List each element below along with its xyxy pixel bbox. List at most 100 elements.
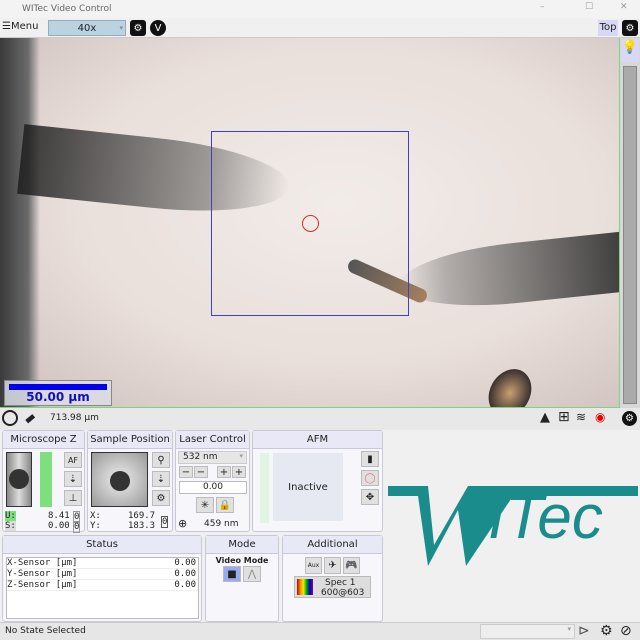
play-icon[interactable]: ⊳	[578, 623, 590, 639]
grid-icon[interactable]: ⊞	[558, 409, 570, 425]
power-down-small-button[interactable]: −	[194, 466, 208, 478]
status-table: X-Sensor [µm] 0.00 Y-Sensor [µm] 0.00 Z-Se…	[6, 557, 199, 619]
layers-icon[interactable]: ≋	[576, 410, 586, 424]
tip-warning-icon[interactable]: ◯	[361, 470, 379, 486]
z-joystick[interactable]	[6, 452, 32, 507]
title-bar: WITec Video Control – ☐ ✕	[0, 0, 640, 18]
laser-on-icon[interactable]: ✳	[196, 497, 214, 513]
move-down-icon[interactable]: ⇣	[152, 471, 170, 487]
witec-logo: ITec	[388, 470, 638, 570]
wavelength-select[interactable]: 532 nm ▾	[178, 451, 247, 464]
chevron-down-icon: ▾	[239, 452, 243, 460]
camera-settings-icon[interactable]: ⚙	[130, 20, 146, 36]
row-label: Z-Sensor [µm]	[7, 580, 78, 590]
refresh-icon[interactable]	[2, 410, 18, 426]
z-range-icon[interactable]: ⊥	[64, 490, 82, 506]
s-value: 0.00	[48, 521, 70, 531]
state-select[interactable]: ▾	[480, 624, 575, 639]
airplane-icon[interactable]: ✈	[324, 557, 341, 574]
afm-display: Inactive	[273, 453, 343, 521]
panel-title: Status	[3, 536, 201, 554]
mountain-icon[interactable]: ▲	[540, 410, 550, 425]
row-value: 0.00	[174, 558, 196, 568]
additional-panel: Additional Aux ✈ 🎮 Spec 1 600@603	[282, 535, 383, 622]
laser-target-circle[interactable]	[302, 215, 319, 232]
menu-button[interactable]: ☰Menu	[2, 21, 38, 32]
afm-panel: AFM Inactive ▮ ◯ ✥	[252, 430, 383, 532]
lightbulb-icon[interactable]: 💡	[621, 40, 639, 62]
autofocus-button[interactable]: AF	[64, 452, 82, 468]
gamepad-icon[interactable]: 🎮	[343, 557, 360, 574]
laser-control-panel: Laser Control 532 nm ▾ − − + + 0.00 ✳ 🔒 ⊕…	[175, 430, 250, 532]
scale-bar-label: 50.00 µm	[26, 390, 90, 404]
xy-joystick[interactable]	[91, 452, 148, 507]
top-button[interactable]: Top	[598, 20, 618, 36]
cantilever-shadow	[0, 38, 40, 407]
row-label: Y-Sensor [µm]	[7, 569, 78, 579]
panel-title: Additional	[283, 536, 382, 554]
panel-title: Laser Control	[176, 431, 249, 449]
wavelength-value: 532 nm	[183, 452, 218, 462]
maximize-button[interactable]: ☐	[585, 2, 593, 12]
u-label: U:	[5, 511, 16, 521]
video-bar: ▬ 713.98 µm ▲ ⊞ ≋ ◉ ⚙	[0, 408, 640, 430]
z-position-bar	[40, 452, 52, 507]
sample-position-panel: Sample Position ⚲ ⇣ ⚙ X: 169.7 Y: 183.3 …	[87, 430, 173, 532]
xy-zero-button[interactable]: 0	[161, 516, 169, 528]
lock-icon[interactable]: 🔒	[216, 497, 234, 513]
table-row: Y-Sensor [µm] 0.00	[7, 569, 198, 580]
scale-bar: 50.00 µm	[4, 380, 112, 406]
panel-title: Microscope Z	[3, 431, 84, 449]
x-value: 169.7	[128, 511, 156, 521]
row-value: 0.00	[174, 580, 196, 590]
video-view[interactable]: 50.00 µm	[0, 38, 620, 408]
microscope-z-panel: Microscope Z AF ⇣ ⊥ U: 8.41 0 S: 0.00 0	[2, 430, 85, 533]
spectrum-rainbow-icon	[297, 579, 313, 595]
table-row: X-Sensor [µm] 0.00	[7, 558, 198, 569]
tip-approach-icon[interactable]: ✥	[361, 489, 379, 505]
record-icon[interactable]: ◉	[595, 410, 605, 424]
panel-title: Sample Position	[88, 431, 172, 449]
v-button[interactable]: V	[150, 20, 166, 36]
disabled-icon[interactable]: ⊘	[620, 623, 632, 639]
window-title: WITec Video Control	[22, 4, 112, 14]
focus-spot-icon[interactable]: ⊕	[178, 517, 187, 530]
brightness-slider[interactable]	[623, 66, 637, 404]
chevron-down-icon: ▾	[119, 24, 123, 32]
close-button[interactable]: ✕	[620, 2, 628, 12]
settings-icon[interactable]: ⚙	[622, 411, 637, 426]
spectrum-icon[interactable]: ⋀	[243, 566, 261, 582]
minimize-button[interactable]: –	[540, 2, 545, 12]
hamburger-icon: ☰	[2, 21, 11, 32]
z-down-icon[interactable]: ⇣	[64, 471, 82, 487]
gear-icon[interactable]: ⚙	[600, 623, 613, 639]
s-label: S:	[5, 521, 16, 531]
chevron-down-icon: ▾	[567, 625, 571, 633]
power-up-small-button[interactable]: +	[217, 466, 231, 478]
gear-icon[interactable]: ⚙	[622, 20, 638, 36]
u-value: 8.41	[48, 511, 70, 521]
tip-icon[interactable]: ▮	[361, 451, 379, 467]
laser-power-field[interactable]: 0.00	[179, 481, 247, 494]
status-bar: No State Selected ▾ ⊳ ⚙ ⊘	[0, 622, 640, 640]
power-up-big-button[interactable]: +	[232, 466, 246, 478]
video-camera-icon[interactable]: ■	[223, 566, 241, 582]
gear-icon[interactable]: ⚙	[152, 490, 170, 506]
mode-panel: Mode Video Mode ■ ⋀	[205, 535, 279, 622]
y-value: 183.3	[128, 521, 156, 531]
s-zero-button[interactable]: 0	[73, 521, 81, 533]
afm-bar	[260, 453, 269, 523]
ruler-icon[interactable]: ▬	[21, 409, 39, 427]
afm-state: Inactive	[288, 481, 328, 493]
row-label: X-Sensor [µm]	[7, 558, 78, 568]
mode-label: Video Mode	[215, 556, 269, 565]
spectrometer-button[interactable]: Spec 1 600@603	[294, 576, 371, 598]
objective-select[interactable]: 40x ▾	[48, 20, 126, 36]
aux-button[interactable]: Aux	[305, 557, 322, 574]
x-label: X:	[90, 511, 101, 521]
power-down-big-button[interactable]: −	[179, 466, 193, 478]
location-pin-icon[interactable]: ⚲	[152, 452, 170, 468]
toolbar: ☰Menu 40x ▾ ⚙ V Top ⚙	[0, 18, 640, 38]
panel-title: AFM	[253, 431, 382, 449]
particle	[480, 361, 540, 407]
